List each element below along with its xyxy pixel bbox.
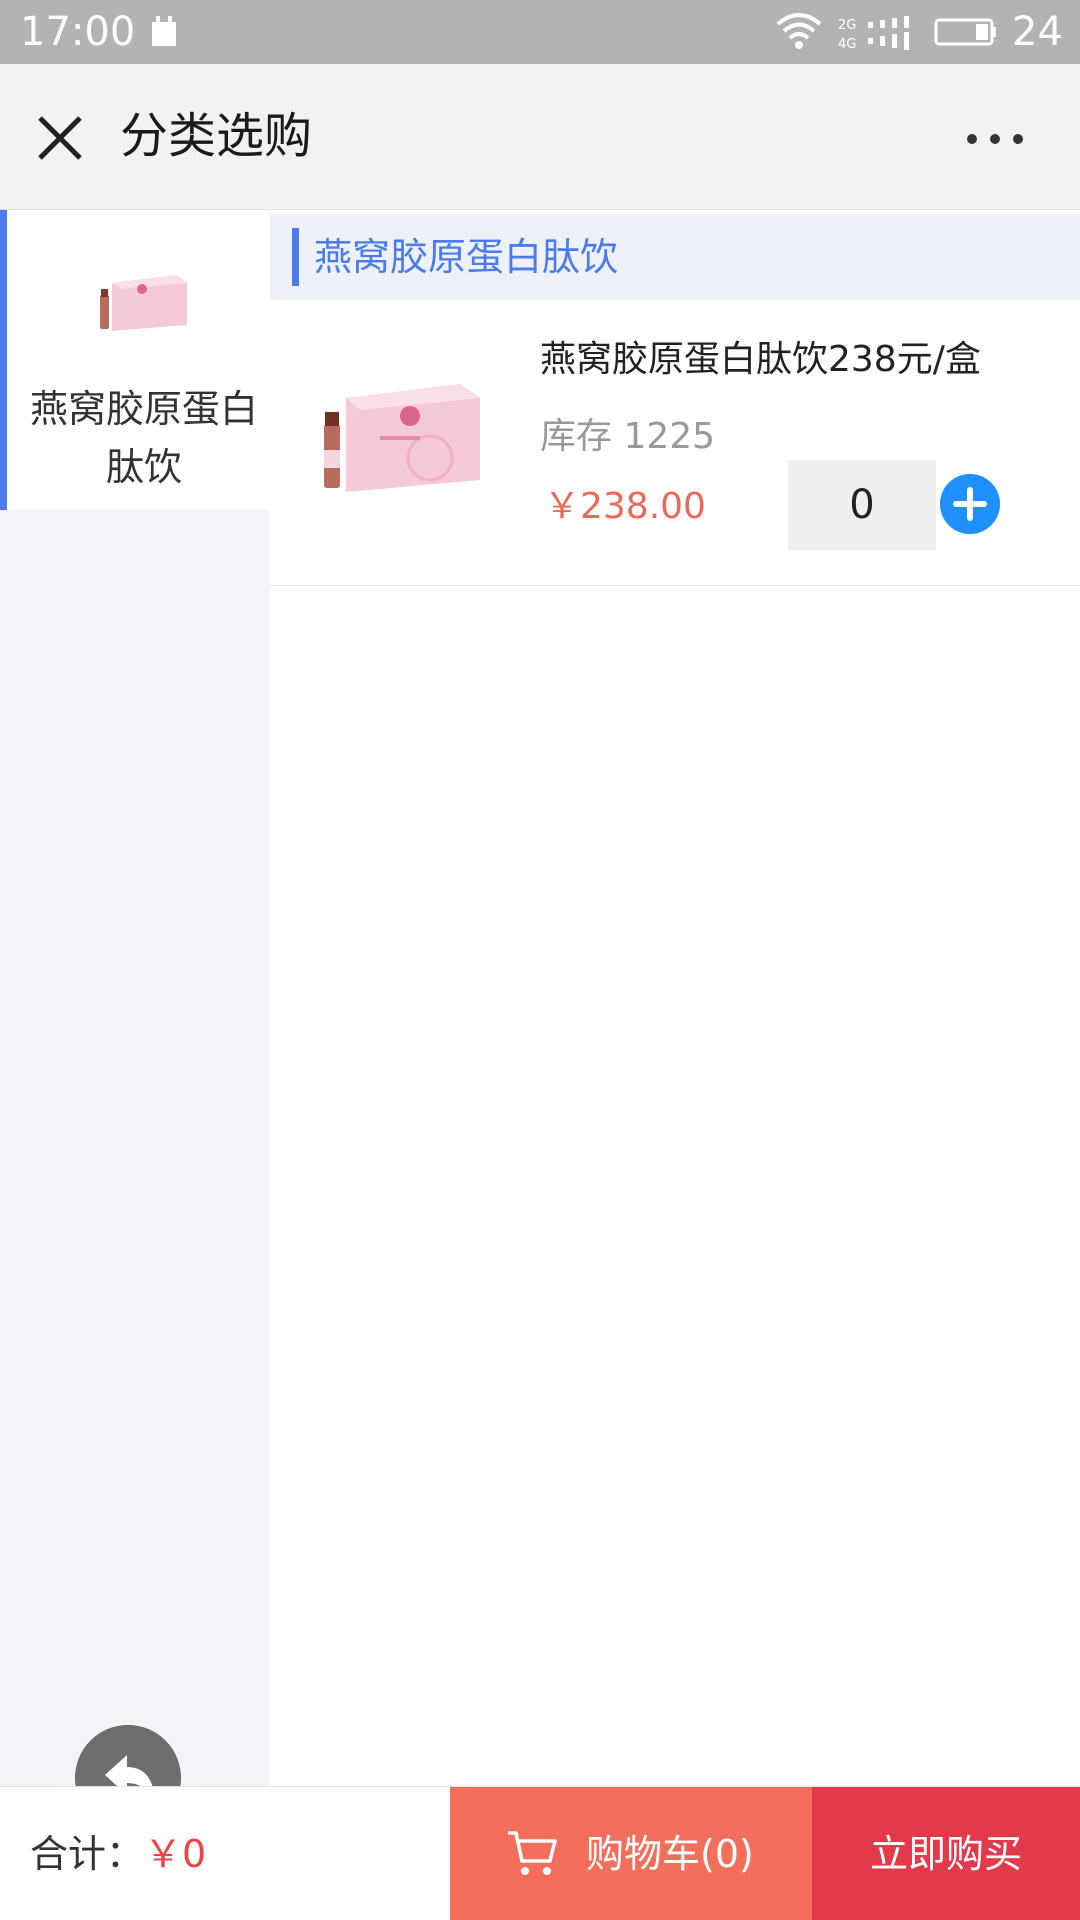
- product-item[interactable]: 燕窝胶原蛋白肽饮238元/盒 库存 1225 ￥238.00 0: [270, 302, 1080, 586]
- notification-icon: [152, 16, 176, 46]
- more-icon[interactable]: [960, 114, 1030, 164]
- checkout-bar: 合计：￥0 购物车(0) 立即购买: [0, 1786, 1080, 1920]
- cart-icon: [508, 1831, 557, 1875]
- total-label: 合计：: [30, 1832, 145, 1876]
- status-bar: 17:00 2G 4G 24: [0, 0, 1080, 64]
- product-price: ￥238.00: [544, 486, 706, 527]
- add-icon[interactable]: [940, 474, 1000, 534]
- category-thumbnail: [92, 265, 192, 335]
- product-image: [310, 380, 490, 500]
- category-sidebar: 燕窝胶原蛋白肽饮: [0, 210, 270, 1831]
- quantity-input[interactable]: 0: [788, 460, 936, 550]
- sidebar-item-collagen-drink[interactable]: 燕窝胶原蛋白肽饮: [0, 210, 270, 510]
- section-header: 燕窝胶原蛋白肽饮: [270, 214, 1080, 300]
- cart-button[interactable]: 购物车(0): [450, 1787, 812, 1920]
- page-title: 分类选购: [120, 108, 313, 164]
- close-icon[interactable]: [30, 108, 90, 168]
- status-time: 17:00: [20, 9, 136, 55]
- svg-text:4G: 4G: [838, 37, 856, 52]
- product-list-panel: 燕窝胶原蛋白肽饮 燕窝胶原蛋白肽饮238元/盒 库存 1225 ￥238.00 …: [270, 210, 1080, 1786]
- cart-total: 合计：￥0: [30, 1827, 206, 1881]
- buy-now-button[interactable]: 立即购买: [812, 1787, 1080, 1920]
- sidebar-item-label: 燕窝胶原蛋白肽饮: [29, 387, 258, 489]
- wifi-icon: [776, 13, 822, 49]
- battery-icon: [934, 18, 996, 46]
- section-title: 燕窝胶原蛋白肽饮: [314, 235, 619, 279]
- svg-text:2G: 2G: [838, 18, 856, 33]
- cart-label: 购物车(0): [586, 1832, 754, 1876]
- header: 分类选购: [0, 64, 1080, 210]
- total-amount: ￥0: [144, 1832, 207, 1876]
- signal-icon: 2G 4G: [838, 16, 909, 52]
- product-stock: 库存 1225: [540, 416, 716, 457]
- product-name: 燕窝胶原蛋白肽饮238元/盒: [540, 339, 981, 380]
- section-accent-bar: [292, 228, 299, 286]
- battery-level: 24: [1012, 9, 1063, 55]
